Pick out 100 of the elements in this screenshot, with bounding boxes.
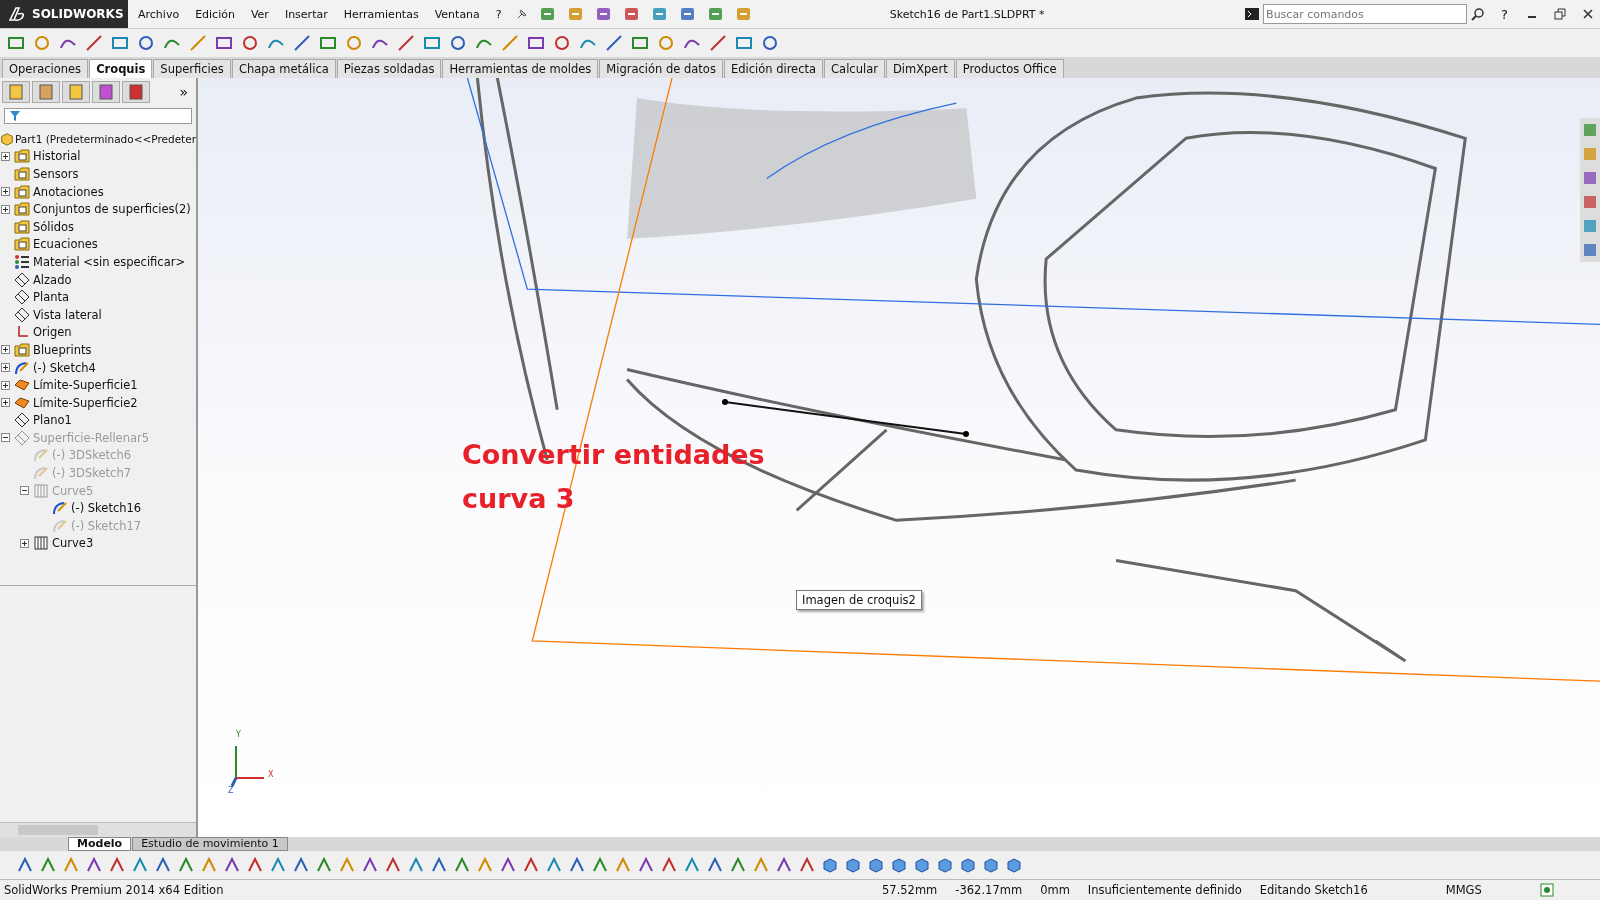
view-tool-icon[interactable]: [729, 856, 747, 874]
sketch-tool-icon[interactable]: [708, 33, 728, 53]
view-tool-icon[interactable]: [85, 856, 103, 874]
expand-toggle-icon[interactable]: [1, 187, 10, 197]
tree-item[interactable]: Alzado: [33, 272, 72, 287]
sketch-tool-icon[interactable]: [84, 33, 104, 53]
command-tab[interactable]: Operaciones: [2, 59, 89, 78]
toolbar-icon[interactable]: [594, 5, 613, 23]
view-tool-icon[interactable]: [913, 856, 931, 874]
task-pane-icon[interactable]: [1582, 194, 1598, 210]
view-tool-icon[interactable]: [522, 856, 540, 874]
tree-item[interactable]: Sólidos: [33, 219, 75, 234]
view-tool-icon[interactable]: [407, 856, 425, 874]
view-tool-icon[interactable]: [177, 856, 195, 874]
view-tool-icon[interactable]: [545, 856, 563, 874]
view-tool-icon[interactable]: [591, 856, 609, 874]
command-tab[interactable]: Piezas soldadas: [336, 59, 442, 78]
panel-tab-icon[interactable]: [32, 81, 60, 103]
view-tool-icon[interactable]: [1005, 856, 1023, 874]
menu-item[interactable]: Edición: [189, 7, 241, 21]
tree-item[interactable]: Límite-Superficie2: [33, 395, 138, 410]
search-icon[interactable]: [1471, 7, 1486, 21]
view-tool-icon[interactable]: [223, 856, 241, 874]
model-tab[interactable]: Estudio de movimiento 1: [132, 837, 288, 851]
view-tool-icon[interactable]: [292, 856, 310, 874]
task-pane-icon[interactable]: [1582, 170, 1598, 186]
expand-toggle-icon[interactable]: [1, 433, 10, 443]
tree-item[interactable]: Ecuaciones: [33, 237, 98, 252]
command-tab[interactable]: Herramientas de moldes: [442, 59, 599, 78]
tree-item[interactable]: Conjuntos de superficies(2): [33, 202, 191, 217]
task-pane-icon[interactable]: [1582, 242, 1598, 258]
expand-toggle-icon[interactable]: [1, 204, 10, 214]
sketch-tool-icon[interactable]: [760, 33, 780, 53]
toolbar-icon[interactable]: [706, 5, 725, 23]
command-tab[interactable]: Croquis: [89, 59, 153, 78]
help-icon[interactable]: [1539, 883, 1554, 897]
tree-item[interactable]: Sensors: [33, 167, 79, 181]
command-tab[interactable]: Superficies: [153, 59, 231, 78]
tree-item[interactable]: Plano1: [33, 413, 72, 428]
view-tool-icon[interactable]: [384, 856, 402, 874]
expand-toggle-icon[interactable]: [1, 398, 10, 408]
view-tool-icon[interactable]: [775, 856, 793, 874]
view-tool-icon[interactable]: [131, 856, 149, 874]
command-tab[interactable]: Productos Office: [955, 59, 1064, 78]
view-tool-icon[interactable]: [706, 856, 724, 874]
view-tool-icon[interactable]: [430, 856, 448, 874]
help-button[interactable]: ?: [1493, 6, 1516, 22]
view-tool-icon[interactable]: [361, 856, 379, 874]
view-tool-icon[interactable]: [936, 856, 954, 874]
units-button[interactable]: MMGS: [1445, 883, 1482, 897]
view-tool-icon[interactable]: [844, 856, 862, 874]
command-tab[interactable]: DimXpert: [885, 59, 955, 78]
tree-item[interactable]: Material <sin especificar>: [33, 254, 186, 269]
menu-item[interactable]: Ver: [244, 7, 275, 21]
tree-item[interactable]: Origen: [33, 325, 72, 340]
command-tab[interactable]: Calcular: [824, 59, 885, 78]
view-tool-icon[interactable]: [660, 856, 678, 874]
sketch-tool-icon[interactable]: [396, 33, 416, 53]
expand-toggle-icon[interactable]: [1, 345, 10, 355]
sketch-tool-icon[interactable]: [448, 33, 468, 53]
command-tab[interactable]: Chapa metálica: [231, 59, 336, 78]
sketch-tool-icon[interactable]: [604, 33, 624, 53]
toolbar-icon[interactable]: [650, 5, 669, 23]
panel-tab-icon[interactable]: [92, 81, 120, 103]
view-tool-icon[interactable]: [499, 856, 517, 874]
expand-toggle-icon[interactable]: [1, 363, 10, 372]
sketch-tool-icon[interactable]: [552, 33, 572, 53]
sketch-tool-icon[interactable]: [240, 33, 260, 53]
search-field[interactable]: Buscar comandos: [1263, 4, 1468, 24]
model-tab[interactable]: Modelo: [68, 837, 132, 851]
toolbar-icon[interactable]: [678, 5, 697, 23]
menu-item[interactable]: ?: [489, 7, 508, 21]
view-tool-icon[interactable]: [821, 856, 839, 874]
tree-item[interactable]: Planta: [33, 290, 70, 305]
menu-item[interactable]: Insertar: [278, 7, 334, 21]
tree-item[interactable]: Blueprints: [33, 342, 92, 357]
menu-item[interactable]: Herramientas: [337, 7, 425, 21]
view-tool-icon[interactable]: [890, 856, 908, 874]
view-tool-icon[interactable]: [867, 856, 885, 874]
tree-item[interactable]: Part1 (Predeterminado<<Predeter: [15, 132, 196, 145]
view-tool-icon[interactable]: [683, 856, 701, 874]
menu-item[interactable]: Archivo: [132, 7, 186, 21]
expand-toggle-icon[interactable]: [20, 538, 29, 548]
sketch-tool-icon[interactable]: [292, 33, 312, 53]
view-tool-icon[interactable]: [108, 856, 126, 874]
command-tab[interactable]: Edición directa: [723, 59, 824, 78]
toolbar-icon[interactable]: [538, 5, 557, 23]
tree-item[interactable]: Anotaciones: [33, 184, 104, 199]
expand-toggle-icon[interactable]: [20, 486, 29, 496]
view-tool-icon[interactable]: [246, 856, 264, 874]
expand-toggle-icon[interactable]: [1, 380, 10, 390]
view-tool-icon[interactable]: [315, 856, 333, 874]
command-tab[interactable]: Migración de datos: [599, 59, 723, 78]
tree-item[interactable]: Vista lateral: [33, 307, 102, 322]
view-tool-icon[interactable]: [16, 856, 34, 874]
tree-item[interactable]: (-) Sketch16: [71, 501, 142, 516]
tree-item[interactable]: (-) Sketch4: [33, 360, 96, 375]
app-logo[interactable]: SOLIDWORKS: [0, 0, 128, 28]
restore-icon[interactable]: [1554, 8, 1566, 20]
view-tool-icon[interactable]: [154, 856, 172, 874]
